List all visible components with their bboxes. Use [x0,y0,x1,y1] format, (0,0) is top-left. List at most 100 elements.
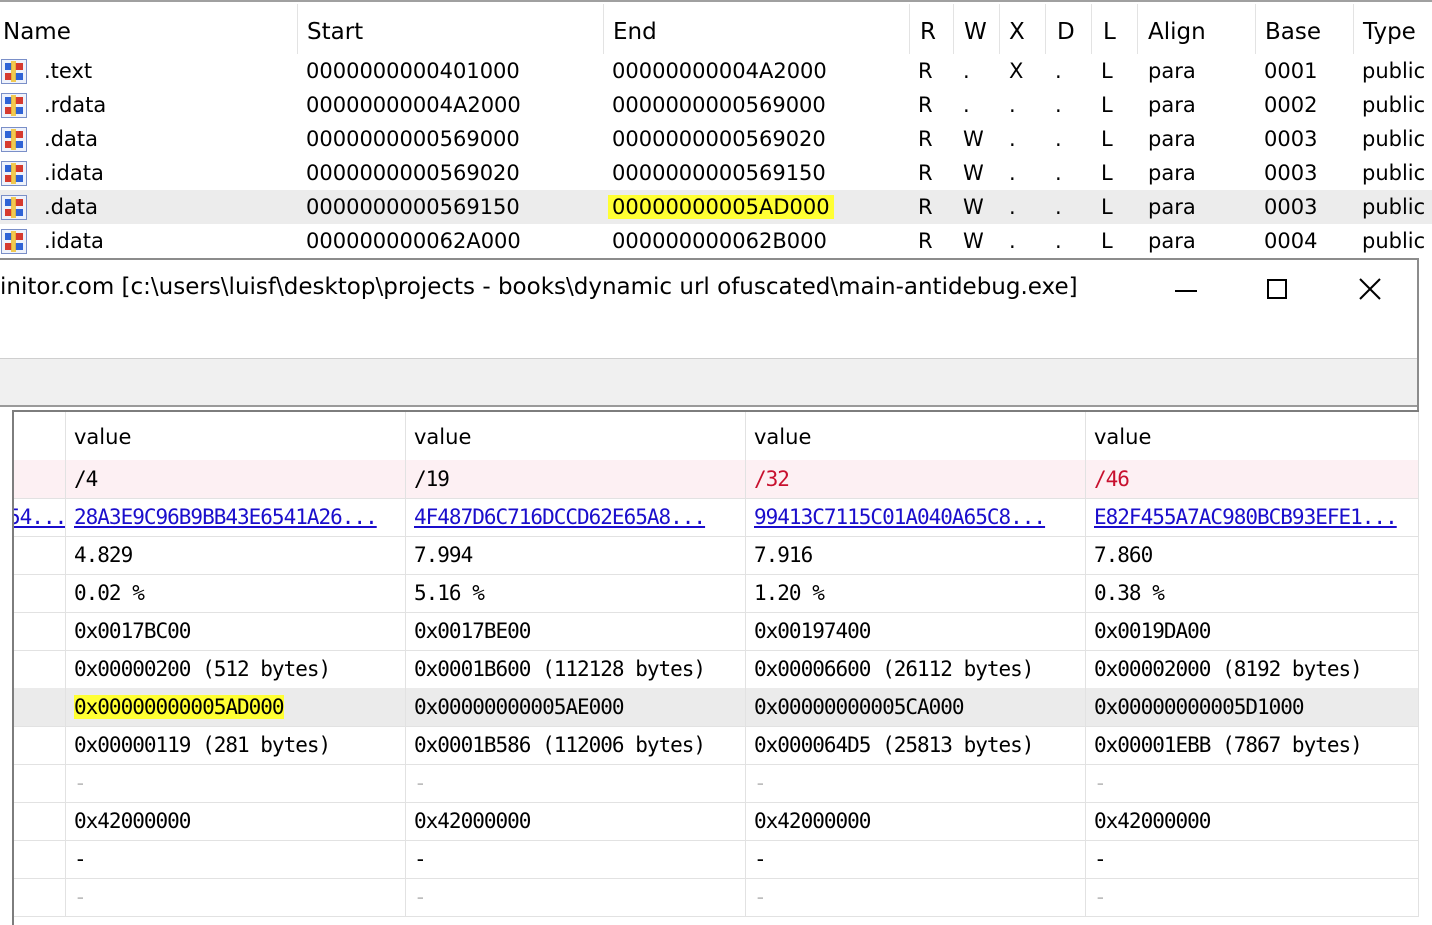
segment-x: . [1009,190,1016,224]
column-header-align[interactable]: Align [1138,4,1256,54]
grid-stub-cell [14,612,66,650]
grid-cell-text: /46 [1094,467,1130,491]
segment-base-text: 0003 [1264,195,1318,219]
segment-r-text: R [918,161,933,185]
grid-cell: 0x42000000 [746,802,1086,840]
grid-cell-text: - [74,885,87,909]
table-row[interactable]: 0x00000119 (281 bytes) 0x0001B586 (112006… [14,726,1419,765]
segment-type-text: public [1362,127,1426,151]
minimize-button[interactable] [1166,272,1206,308]
grid-cell: /4 [66,460,406,498]
table-row[interactable]: 54... 28A3E9C96B9BB43E6541A26... 4F487D6C7… [14,498,1419,537]
segment-d: . [1055,122,1062,156]
grid-column-header[interactable]: value [406,412,746,460]
column-header-w[interactable]: W [954,4,1000,54]
title-bar[interactable]: initor.com [c:\users\luisf\desktop\proje… [0,260,1417,359]
grid-cell-text: - [1094,847,1107,871]
table-row[interactable]: 0x42000000 0x42000000 0x42000000 0x42000000 [14,802,1419,841]
hash-link[interactable]: 28A3E9C96B9BB43E6541A26... [74,505,378,529]
grid-cell-text: - [414,771,427,795]
maximize-button[interactable] [1257,272,1297,308]
grid-cell: - [406,840,746,878]
segment-x-text: . [1009,93,1016,117]
table-row[interactable]: 0x00000000005AD000 0x00000000005AE000 0x00… [14,688,1419,727]
segment-start-text: 0000000000569020 [306,161,520,185]
column-header-type[interactable]: Type [1354,4,1432,54]
grid-stub-cell [14,764,66,802]
table-row[interactable]: ---- [14,878,1419,917]
segment-row[interactable]: .idata 0000000000569020 0000000000569150 R W… [0,156,1432,190]
column-header-base[interactable]: Base [1256,4,1354,54]
grid-stub-cell [14,650,66,688]
segment-d: . [1055,88,1062,122]
hash-link[interactable]: 4F487D6C716DCCD62E65A8... [414,505,706,529]
segment-end: 00000000005AD000 [608,190,834,224]
table-row[interactable]: /4/19/32/46 [14,460,1419,499]
grid-cell: 7.916 [746,536,1086,574]
segment-row[interactable]: .data 0000000000569150 00000000005AD000 R W.… [0,190,1432,224]
segment-base: 0003 [1264,122,1317,156]
segment-type: public [1362,54,1425,88]
grid-cell-text: 5.16 % [414,581,485,605]
segment-l-text: L [1101,59,1113,83]
column-header-d[interactable]: D [1046,4,1092,54]
grid-cell-text: 1.20 % [754,581,825,605]
segment-icon [1,229,27,254]
grid-cell: 0x0019DA00 [1086,612,1419,650]
table-row[interactable]: 0x00000200 (512 bytes) 0x0001B600 (112128… [14,650,1419,689]
segment-start: 0000000000569150 [306,190,520,224]
grid-column-header[interactable]: value [66,412,406,460]
grid-cell-text: - [74,771,87,795]
segment-start-text: 0000000000401000 [306,59,520,83]
grid-cell-text: - [754,771,767,795]
table-row[interactable]: 0.02 % 5.16 % 1.20 % 0.38 % [14,574,1419,613]
hash-link[interactable]: 99413C7115C01A040A65C8... [754,505,1046,529]
column-header-x[interactable]: X [1000,4,1046,54]
close-button[interactable] [1350,272,1390,308]
segment-base-text: 0004 [1264,229,1318,253]
grid-column-header[interactable]: value [1086,412,1419,460]
segment-icon [1,127,27,152]
grid-cell-text: 0x0017BE00 [414,619,531,643]
grid-cell: - [406,764,746,802]
column-header-start[interactable]: Start [298,4,604,54]
segment-d: . [1055,224,1062,258]
segment-d-text: . [1055,195,1062,219]
column-header-r[interactable]: R [910,4,954,54]
table-row[interactable]: 4.829 7.994 7.916 7.860 [14,536,1419,575]
segment-l-text: L [1101,229,1113,253]
grid-cell: 0x00002000 (8192 bytes) [1086,650,1419,688]
table-row[interactable]: ---- [14,840,1419,879]
hash-link[interactable]: 54... [14,505,65,529]
segment-row[interactable]: .idata 000000000062A000 000000000062B000 R W… [0,224,1432,258]
column-header-l[interactable]: L [1092,4,1138,54]
table-row[interactable]: 0x0017BC00 0x0017BE00 0x00197400 0x0019DA00 [14,612,1419,651]
grid-cell-text: 0x00197400 [754,619,871,643]
segment-start-text: 000000000062A000 [306,229,521,253]
segment-w: W [963,156,984,190]
table-row[interactable]: ---- [14,764,1419,803]
segment-w-text: W [963,161,984,185]
grid-cell: 0.38 % [1086,574,1419,612]
grid-cell-text: 0.38 % [1094,581,1165,605]
grid-cell: - [406,878,746,916]
grid-cell-text: 0x00000000005D1000 [1094,695,1305,719]
segment-l: L [1101,224,1113,258]
segment-name: .idata [44,156,104,190]
grid-cell: - [66,878,406,916]
column-header-name[interactable]: Name [0,4,298,54]
segment-align: para [1148,224,1196,258]
hash-link[interactable]: E82F455A7AC980BCB93EFE1... [1094,505,1398,529]
grid-cell: - [66,764,406,802]
segment-d-text: . [1055,127,1062,151]
segment-start: 000000000062A000 [306,224,521,258]
grid-column-header[interactable]: value [746,412,1086,460]
segment-w-text: W [963,195,984,219]
segment-w: W [963,122,984,156]
segment-row[interactable]: .rdata 00000000004A2000 0000000000569000 R.… [0,88,1432,122]
segment-base-text: 0003 [1264,127,1318,151]
segment-l: L [1101,54,1113,88]
segment-row[interactable]: .text 0000000000401000 00000000004A2000 R. X… [0,54,1432,88]
column-header-end[interactable]: End [604,4,910,54]
segment-row[interactable]: .data 0000000000569000 0000000000569020 R W.… [0,122,1432,156]
